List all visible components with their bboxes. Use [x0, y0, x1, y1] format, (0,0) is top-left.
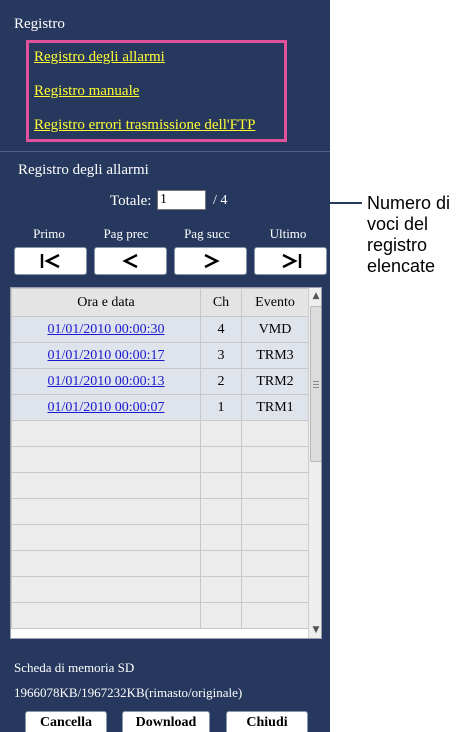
- datetime-link[interactable]: 01/01/2010 00:00:30: [47, 322, 164, 337]
- event-cell: VMD: [241, 316, 309, 343]
- scrollbar-thumb[interactable]: [310, 306, 321, 462]
- datetime-link[interactable]: 01/01/2010 00:00:17: [47, 348, 164, 363]
- empty-row: [11, 550, 309, 577]
- link-alarm-log[interactable]: Registro degli allarmi: [34, 49, 165, 66]
- first-page-label: Primo: [33, 226, 65, 241]
- chevron-right-icon: [203, 253, 220, 269]
- event-cell: TRM2: [241, 368, 309, 395]
- total-pages: / 4: [213, 193, 228, 208]
- empty-row: [11, 472, 309, 499]
- prev-page-label: Pag prec: [103, 226, 149, 241]
- header-datetime: Ora e data: [11, 288, 201, 317]
- log-section-title: Registro: [14, 16, 65, 32]
- datetime-link[interactable]: 01/01/2010 00:00:07: [47, 400, 164, 415]
- sd-card-capacity: 1966078KB/1967232KB(rimasto/originale): [14, 685, 243, 700]
- table-row: 01/01/2010 00:00:30 4 VMD: [11, 316, 309, 343]
- header-channel: Ch: [200, 288, 242, 317]
- empty-row: [11, 576, 309, 603]
- log-panel: Registro Registro degli allarmi Registro…: [0, 0, 330, 732]
- table-row: 01/01/2010 00:00:13 2 TRM2: [11, 368, 309, 395]
- alarm-log-table: Ora e data Ch Evento 01/01/2010 00:00:30…: [10, 287, 322, 639]
- next-page-button[interactable]: [174, 247, 247, 275]
- callout-line: [240, 202, 362, 204]
- link-ftp-error-log[interactable]: Registro errori trasmissione dell'FTP: [34, 117, 255, 134]
- table-header-row: Ora e data Ch Evento: [11, 288, 309, 317]
- scroll-down-icon[interactable]: ▼: [309, 622, 321, 638]
- alarm-log-title: Registro degli allarmi: [18, 162, 149, 178]
- link-manual-log[interactable]: Registro manuale: [34, 83, 139, 100]
- table-row: 01/01/2010 00:00:07 1 TRM1: [11, 394, 309, 421]
- total-page-input[interactable]: [157, 190, 206, 210]
- last-page-button[interactable]: [254, 247, 327, 275]
- prev-page-button[interactable]: [94, 247, 167, 275]
- first-page-button[interactable]: [14, 247, 87, 275]
- channel-cell: 4: [200, 316, 242, 343]
- event-cell: TRM1: [241, 394, 309, 421]
- total-label: Totale:: [110, 193, 152, 209]
- datetime-link[interactable]: 01/01/2010 00:00:13: [47, 374, 164, 389]
- table-scrollbar[interactable]: ▲ ▼: [308, 288, 321, 638]
- callout-annotation: Numero di voci del registro elencate: [367, 193, 451, 276]
- sd-card-title: Scheda di memoria SD: [14, 660, 135, 675]
- table-row: 01/01/2010 00:00:17 3 TRM3: [11, 342, 309, 369]
- download-button[interactable]: Download: [122, 711, 210, 732]
- close-button[interactable]: Chiudi: [226, 711, 308, 732]
- channel-cell: 1: [200, 394, 242, 421]
- channel-cell: 3: [200, 342, 242, 369]
- header-event: Evento: [241, 288, 309, 317]
- empty-row: [11, 602, 309, 629]
- scroll-up-icon[interactable]: ▲: [309, 288, 321, 304]
- next-page-label: Pag succ: [184, 226, 230, 241]
- section-divider: [0, 151, 330, 152]
- log-table: Ora e data Ch Evento 01/01/2010 00:00:30…: [11, 288, 309, 629]
- chevron-left-icon: [121, 253, 138, 269]
- empty-row: [11, 524, 309, 551]
- channel-cell: 2: [200, 368, 242, 395]
- empty-row: [11, 498, 309, 525]
- empty-row: [11, 446, 309, 473]
- last-page-label: Ultimo: [269, 226, 307, 241]
- event-cell: TRM3: [241, 342, 309, 369]
- delete-button[interactable]: Cancella: [25, 711, 107, 732]
- first-page-icon: [40, 253, 60, 269]
- last-page-icon: [281, 253, 301, 269]
- empty-row: [11, 420, 309, 447]
